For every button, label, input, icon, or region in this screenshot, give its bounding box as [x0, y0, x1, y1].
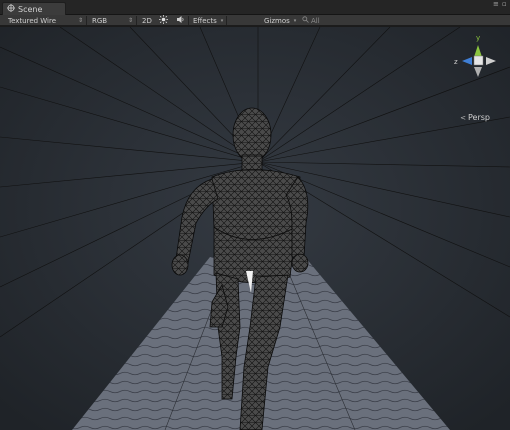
draw-mode-dropdown[interactable]: Textured Wire [8, 15, 56, 26]
sun-icon [159, 15, 168, 26]
maximize-icon[interactable]: ▫ [502, 1, 507, 8]
chevron-down-icon: ▾ [220, 17, 224, 24]
effects-dropdown[interactable]: Effects ▾ [193, 15, 223, 26]
y-axis-label: y [476, 34, 480, 42]
search-field[interactable]: All [302, 15, 320, 26]
search-placeholder: All [311, 16, 320, 25]
projection-label: Persp [468, 113, 490, 122]
persp-icon: < [460, 113, 466, 122]
draw-mode-arrow-icon: ⇕ [78, 17, 84, 24]
separator [188, 16, 189, 25]
scene-viewport[interactable]: y z < Persp [0, 27, 510, 430]
toggle-2d-label: 2D [142, 16, 152, 25]
separator [136, 16, 137, 25]
render-mode-dropdown[interactable]: RGB [92, 15, 107, 26]
projection-toggle[interactable]: < Persp [460, 113, 490, 122]
menu-icon[interactable]: ≡ [493, 1, 499, 8]
gizmos-label: Gizmos [264, 16, 290, 25]
draw-mode-label: Textured Wire [8, 16, 57, 25]
lighting-toggle-button[interactable] [159, 15, 168, 26]
scene-toolbar: Textured Wire ⇕ RGB ⇕ 2D Effects ▾ Gizmo… [0, 15, 510, 26]
scene-render: y z [0, 27, 510, 430]
separator [226, 16, 227, 25]
z-axis-label: z [454, 58, 458, 66]
scene-crosshair-icon [7, 4, 15, 14]
speaker-icon [176, 15, 185, 26]
tab-bar: Scene ≡ ▫ [0, 0, 510, 15]
gizmos-dropdown[interactable]: Gizmos ▾ [264, 15, 296, 26]
audio-toggle-button[interactable] [176, 15, 185, 26]
chevron-down-icon: ▾ [293, 17, 297, 24]
effects-label: Effects [193, 16, 217, 25]
tab-scene[interactable]: Scene [2, 2, 66, 15]
tab-scene-label: Scene [18, 4, 43, 14]
render-mode-label: RGB [92, 16, 108, 25]
render-mode-arrow-icon: ⇕ [128, 17, 134, 24]
separator [86, 16, 87, 25]
toggle-2d-button[interactable]: 2D [142, 15, 152, 26]
search-icon [302, 16, 309, 25]
gizmo-center-cube [473, 55, 484, 66]
